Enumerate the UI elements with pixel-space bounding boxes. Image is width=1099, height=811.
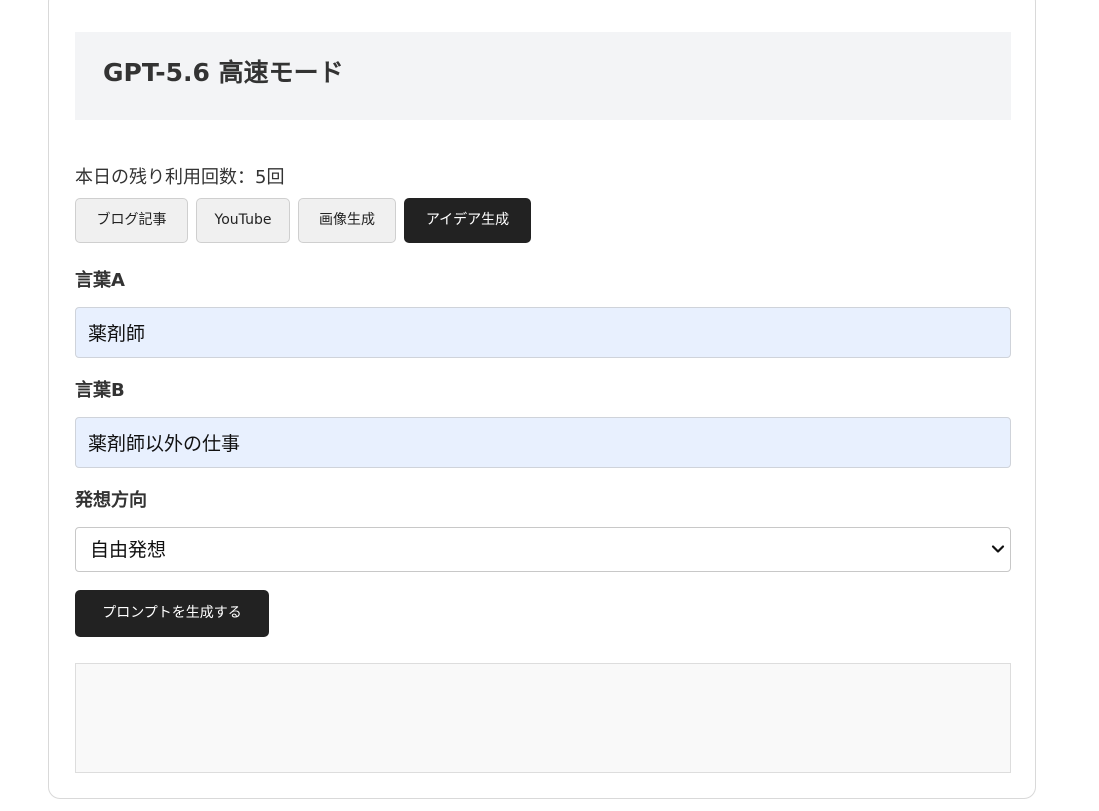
direction-selected-value: 自由発想 xyxy=(90,539,167,561)
word-b-label: 言葉B xyxy=(75,380,125,401)
page-header: GPT-5.6 高速モード xyxy=(75,32,1011,120)
tab-youtube[interactable]: YouTube xyxy=(196,198,290,243)
word-b-input[interactable] xyxy=(75,417,1011,468)
tab-blog-article[interactable]: ブログ記事 xyxy=(75,198,188,243)
tab-image-generation[interactable]: 画像生成 xyxy=(298,198,396,243)
direction-label: 発想方向 xyxy=(75,490,147,511)
word-a-input[interactable] xyxy=(75,307,1011,358)
page-title: GPT-5.6 高速モード xyxy=(103,58,344,87)
output-area xyxy=(75,663,1011,773)
chevron-down-icon xyxy=(991,545,1005,553)
remaining-usage-text: 本日の残り利用回数：5回 xyxy=(75,167,285,188)
direction-select[interactable]: 自由発想 xyxy=(75,527,1011,572)
generate-prompt-button[interactable]: プロンプトを生成する xyxy=(75,590,269,637)
word-a-label: 言葉A xyxy=(75,270,125,291)
tab-idea-generation[interactable]: アイデア生成 xyxy=(404,198,531,243)
